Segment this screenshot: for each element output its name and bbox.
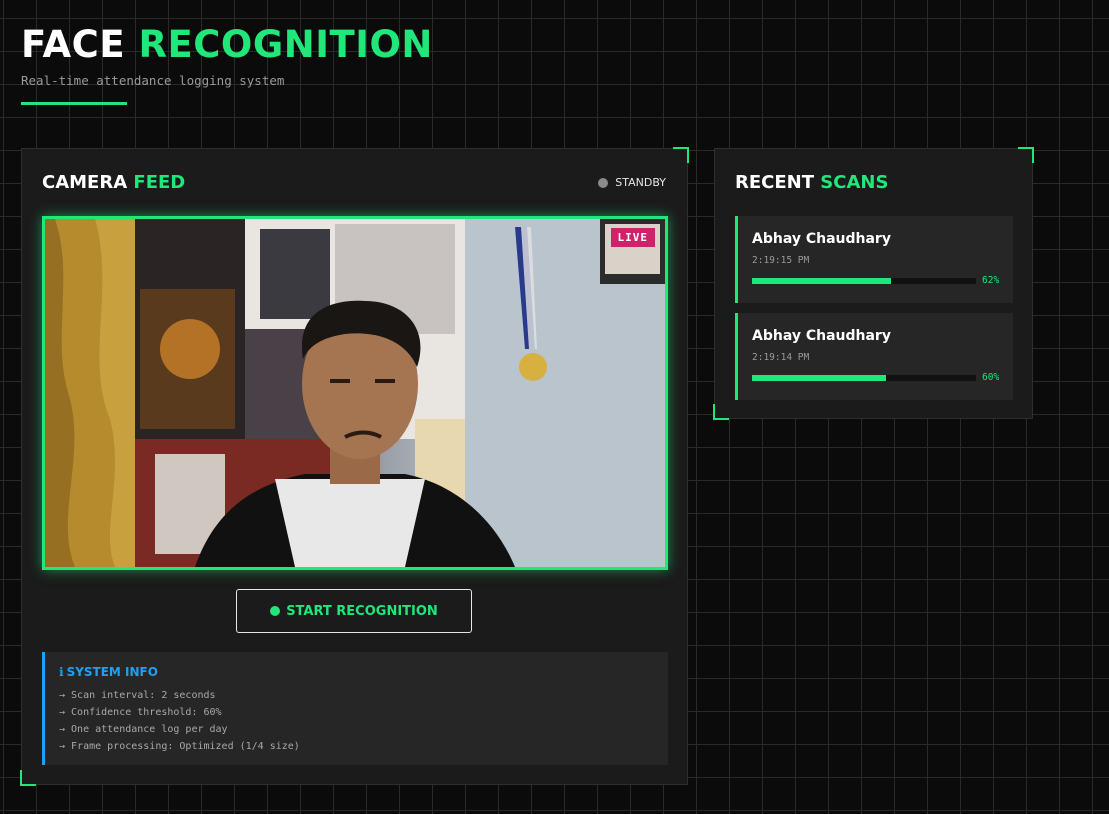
recent-scans-title-word1: RECENT bbox=[735, 172, 815, 193]
system-info-title: ℹ SYSTEM INFO bbox=[59, 665, 654, 679]
system-info-line: → One attendance log per day bbox=[59, 724, 228, 735]
confidence-row: 60% bbox=[752, 372, 999, 383]
live-badge: LIVE bbox=[610, 228, 655, 247]
scan-name: Abhay Chaudhary bbox=[752, 231, 891, 247]
camera-video-feed: LIVE bbox=[42, 216, 668, 570]
recent-scans-panel: RECENT SCANS Abhay Chaudhary 2:19:15 PM … bbox=[713, 147, 1034, 420]
corner-accent-bottom-left bbox=[20, 770, 36, 786]
scan-name: Abhay Chaudhary bbox=[752, 328, 891, 344]
system-info-title-label: SYSTEM INFO bbox=[66, 665, 158, 679]
page-title-word1: FACE bbox=[21, 23, 126, 66]
camera-title-word1: CAMERA bbox=[42, 172, 128, 193]
start-recognition-button[interactable]: START RECOGNITION bbox=[236, 589, 472, 633]
scan-list-item[interactable]: Abhay Chaudhary 2:19:14 PM 60% bbox=[735, 313, 1013, 400]
start-recognition-label: START RECOGNITION bbox=[286, 603, 438, 619]
recent-scans-title-word2: SCANS bbox=[820, 172, 889, 193]
system-info-line: → Scan interval: 2 seconds bbox=[59, 690, 216, 701]
system-info-line: → Frame processing: Optimized (1/4 size) bbox=[59, 741, 300, 752]
status-dot-icon bbox=[598, 177, 609, 188]
confidence-bar bbox=[752, 374, 976, 381]
recent-scans-title: RECENT SCANS bbox=[735, 172, 888, 193]
camera-status-label: STANDBY bbox=[615, 176, 666, 189]
camera-status: STANDBY bbox=[598, 176, 666, 189]
page-title: FACE RECOGNITION bbox=[21, 26, 433, 63]
scan-time: 2:19:15 PM bbox=[752, 255, 810, 266]
corner-accent-top-right bbox=[673, 147, 689, 163]
confidence-bar-fill bbox=[752, 374, 887, 381]
scan-list-item[interactable]: Abhay Chaudhary 2:19:15 PM 62% bbox=[735, 216, 1013, 303]
confidence-value: 60% bbox=[982, 372, 1000, 383]
record-dot-icon bbox=[270, 606, 281, 616]
confidence-value: 62% bbox=[982, 275, 1000, 286]
video-frame-illustration bbox=[45, 219, 665, 567]
corner-accent-top-right bbox=[1018, 147, 1034, 163]
camera-title-word2: FEED bbox=[133, 172, 186, 193]
confidence-bar-fill bbox=[752, 277, 891, 284]
confidence-bar bbox=[752, 277, 976, 284]
page-title-word2: RECOGNITION bbox=[138, 23, 433, 66]
camera-panel: CAMERA FEED STANDBY LIVE START RECOGNITI… bbox=[20, 147, 689, 786]
page-header: FACE RECOGNITION Real-time attendance lo… bbox=[21, 26, 433, 105]
camera-panel-title: CAMERA FEED bbox=[42, 172, 185, 193]
corner-accent-bottom-left bbox=[713, 404, 729, 420]
header-underline bbox=[21, 102, 127, 105]
confidence-row: 62% bbox=[752, 275, 999, 286]
system-info-box: ℹ SYSTEM INFO → Scan interval: 2 seconds… bbox=[42, 652, 668, 765]
system-info-line: → Confidence threshold: 60% bbox=[59, 707, 222, 718]
info-icon: ℹ bbox=[59, 665, 64, 679]
scan-time: 2:19:14 PM bbox=[752, 352, 810, 363]
page-subtitle: Real-time attendance logging system bbox=[21, 73, 285, 88]
